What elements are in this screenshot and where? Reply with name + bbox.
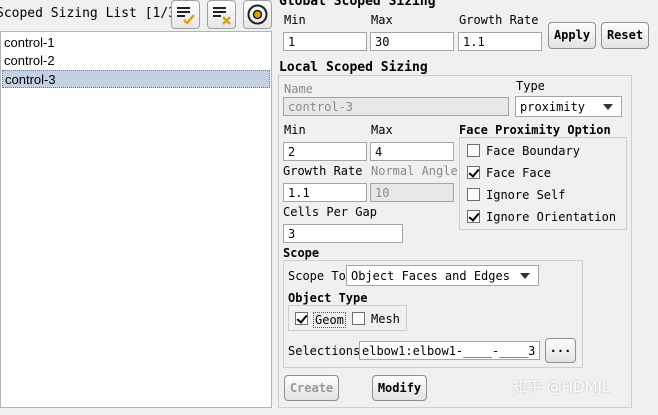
face-proximity-title: Face Proximity Option [459, 123, 611, 137]
geom-checkbox[interactable] [295, 312, 308, 325]
global-min-label: Min [284, 13, 306, 27]
scoped-sizing-list[interactable]: control-1 control-2 control-3 [0, 31, 272, 408]
scope-title: Scope [283, 246, 320, 260]
global-growth-label: Growth Rate [459, 13, 539, 27]
local-section-title: Local Scoped Sizing [279, 60, 428, 75]
object-type-title: Object Type [288, 291, 368, 305]
cells-per-gap-input[interactable]: 3 [283, 224, 403, 243]
list-check-icon [177, 7, 195, 25]
list-item[interactable]: control-1 [2, 34, 270, 52]
modify-button[interactable]: Modify [372, 375, 427, 401]
target-icon [247, 4, 268, 25]
apply-list-button[interactable] [171, 0, 200, 29]
local-growth-label: Growth Rate [283, 164, 363, 178]
create-button: Create [284, 375, 339, 401]
global-min-input[interactable]: 1 [283, 32, 367, 51]
draw-button[interactable] [243, 0, 272, 29]
face-face-checkbox[interactable] [467, 166, 480, 179]
ignore-orientation-checkbox[interactable] [467, 210, 480, 223]
local-min-input[interactable]: 2 [283, 142, 367, 161]
chevron-down-icon [520, 273, 530, 279]
global-section-title: Global Scoped Sizing [279, 0, 436, 9]
delete-list-button[interactable] [207, 0, 236, 29]
reset-button[interactable]: Reset [601, 22, 649, 49]
scope-to-value: Object Faces and Edges [351, 269, 510, 283]
scope-to-label: Scope To [288, 269, 346, 283]
list-item-selected[interactable]: control-3 [2, 70, 270, 88]
name-label: Name [284, 82, 313, 96]
face-face-label: Face Face [486, 166, 552, 180]
normal-angle-input: 10 [370, 183, 454, 202]
ignore-orientation-label: Ignore Orientation [486, 210, 617, 224]
ignore-self-checkbox[interactable] [467, 188, 480, 201]
name-input: control-3 [283, 97, 509, 116]
global-max-input[interactable]: 30 [370, 32, 454, 51]
browse-selections-button[interactable]: ... [545, 338, 576, 363]
local-max-input[interactable]: 4 [370, 142, 454, 161]
cells-per-gap-label: Cells Per Gap [283, 205, 377, 219]
mesh-label: Mesh [371, 312, 400, 326]
ignore-self-label: Ignore Self [486, 188, 566, 202]
watermark-text: 知乎 @HDMJL [512, 378, 611, 396]
type-label: Type [516, 79, 545, 93]
apply-button[interactable]: Apply [548, 22, 596, 49]
list-item[interactable]: control-2 [2, 52, 270, 70]
global-max-label: Max [371, 13, 393, 27]
selections-input[interactable]: elbow1:elbow1-____-____3 [359, 341, 540, 360]
type-select[interactable]: proximity [515, 96, 622, 117]
scope-to-select[interactable]: Object Faces and Edges [346, 265, 539, 286]
mesh-checkbox[interactable] [352, 312, 365, 325]
chevron-down-icon [603, 104, 613, 110]
normal-angle-label: Normal Angle [371, 164, 458, 178]
face-boundary-label: Face Boundary [486, 144, 580, 158]
local-max-label: Max [371, 123, 393, 137]
local-min-label: Min [284, 123, 306, 137]
geom-label: Geom [313, 312, 346, 328]
list-delete-icon [213, 7, 231, 25]
face-boundary-checkbox[interactable] [467, 144, 480, 157]
type-value: proximity [520, 100, 586, 114]
local-growth-input[interactable]: 1.1 [283, 183, 367, 202]
list-title: Scoped Sizing List [1/3] [0, 6, 184, 21]
global-growth-input[interactable]: 1.1 [458, 32, 542, 51]
selections-label: Selections [288, 344, 361, 358]
